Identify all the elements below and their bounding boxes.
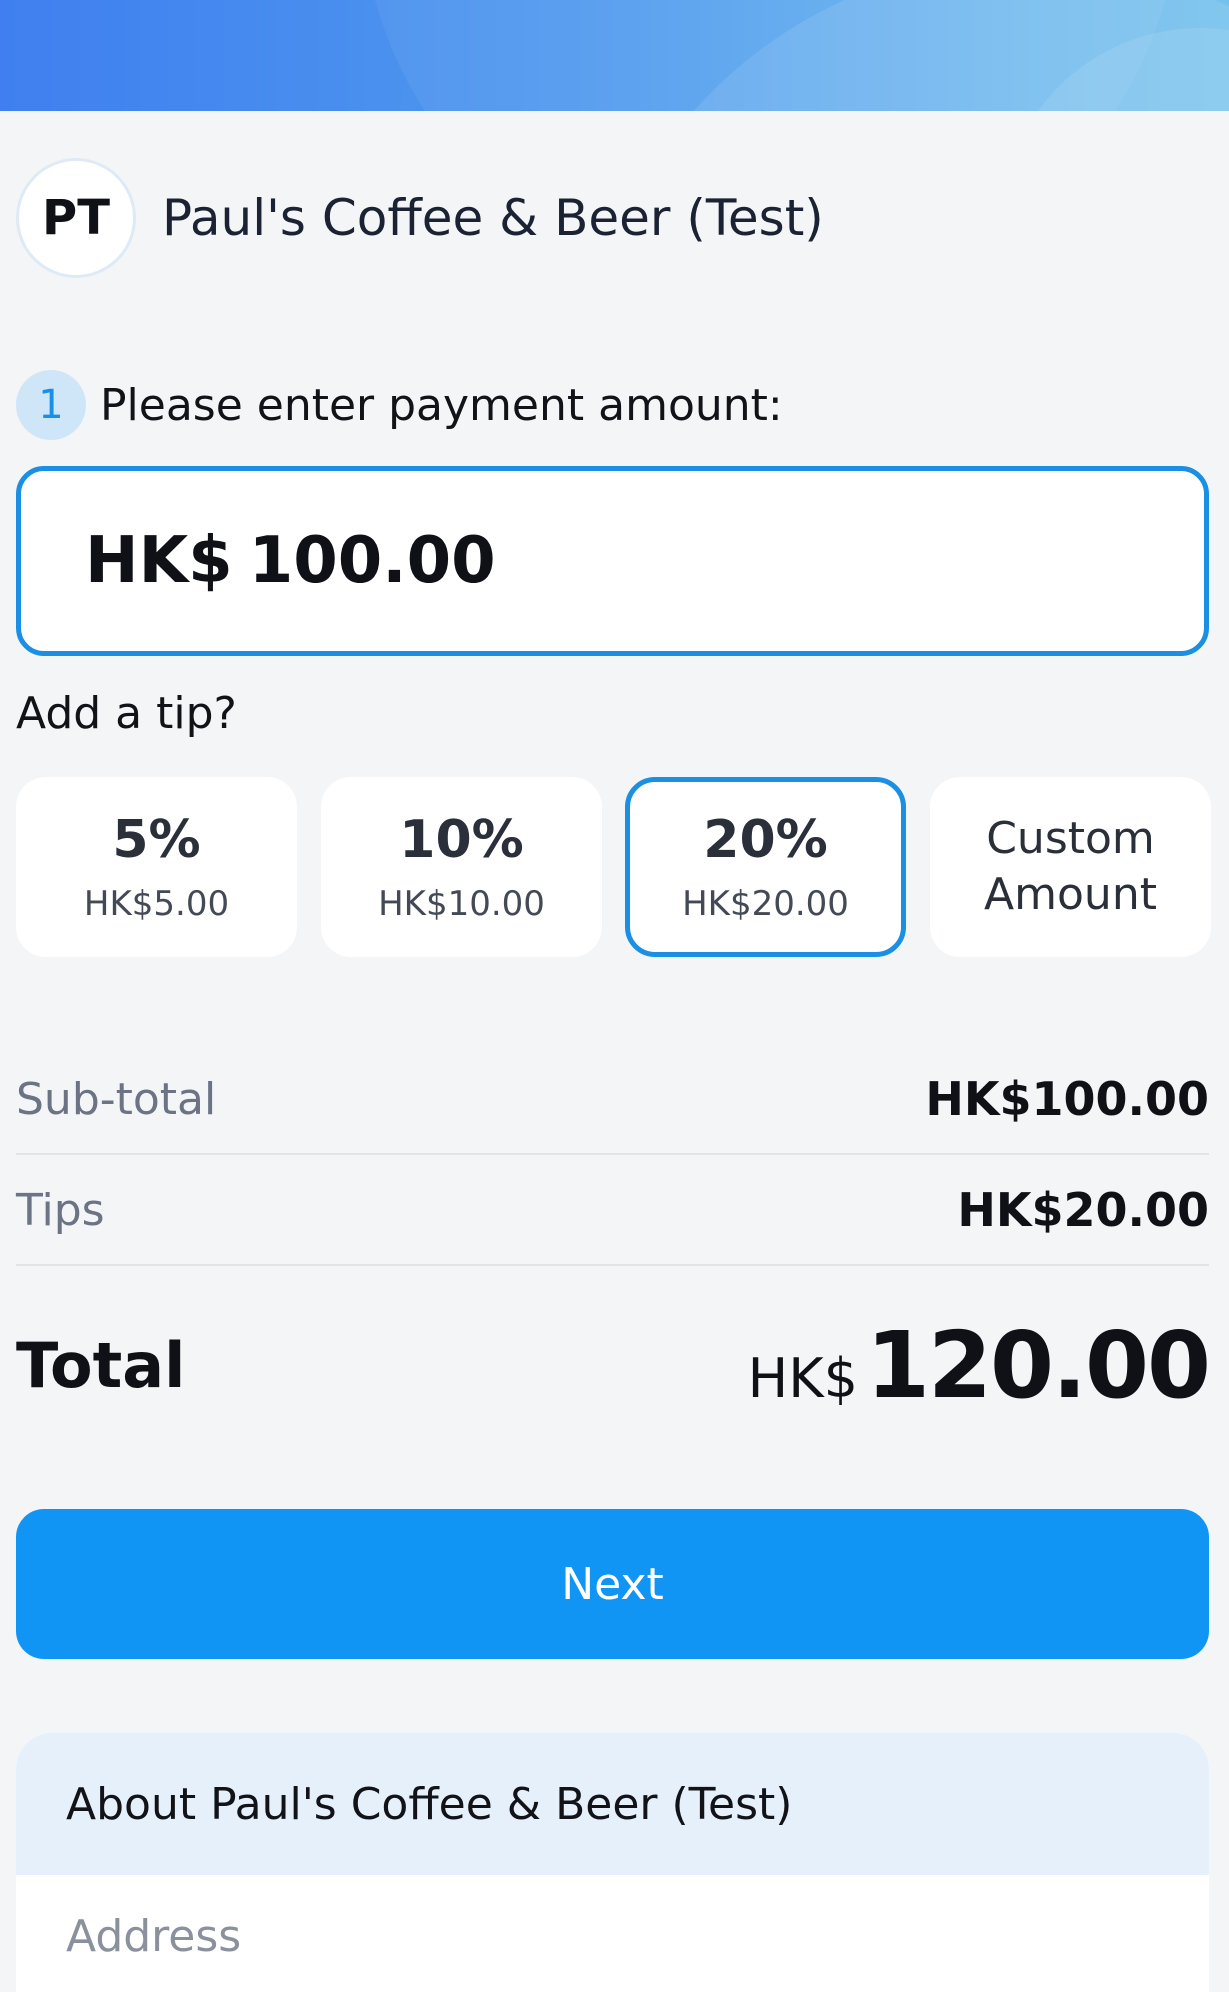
amount-value: 100.00 xyxy=(248,524,496,598)
payment-amount-input[interactable]: HK$ 100.00 xyxy=(16,466,1209,656)
step-indicator: 1 Please enter payment amount: xyxy=(16,370,783,440)
merchant-name: Paul's Coffee & Beer (Test) xyxy=(162,189,824,247)
about-title: About Paul's Coffee & Beer (Test) xyxy=(16,1733,1209,1875)
merchant-avatar: PT xyxy=(16,158,136,278)
address-label: Address xyxy=(66,1911,242,1962)
tip-percent: 5% xyxy=(112,810,201,870)
custom-amount-label: Custom Amount xyxy=(984,811,1157,923)
total-value: HK$ 120.00 xyxy=(747,1311,1211,1419)
total-row: Total HK$ 120.00 xyxy=(16,1300,1211,1430)
tips-value: HK$20.00 xyxy=(957,1183,1209,1237)
subtotal-value: HK$100.00 xyxy=(925,1072,1209,1126)
tip-option-5-percent[interactable]: 5% HK$5.00 xyxy=(16,777,297,957)
custom-label-line-1: Custom xyxy=(986,813,1155,864)
tip-amount: HK$10.00 xyxy=(378,884,545,924)
subtotal-row: Sub-total HK$100.00 xyxy=(16,1045,1209,1155)
tip-percent: 10% xyxy=(399,810,524,870)
tip-option-10-percent[interactable]: 10% HK$10.00 xyxy=(321,777,602,957)
tip-amount: HK$20.00 xyxy=(682,884,849,924)
tip-option-20-percent[interactable]: 20% HK$20.00 xyxy=(625,777,906,957)
header-banner xyxy=(0,0,1229,111)
about-body: Address xyxy=(16,1875,1209,1962)
step-label: Please enter payment amount: xyxy=(100,379,783,431)
step-number-badge: 1 xyxy=(16,370,86,440)
tip-amount: HK$5.00 xyxy=(83,884,230,924)
amount-currency: HK$ xyxy=(85,524,233,598)
next-button[interactable]: Next xyxy=(16,1509,1209,1659)
tip-option-custom-amount[interactable]: Custom Amount xyxy=(930,777,1211,957)
tips-row: Tips HK$20.00 xyxy=(16,1156,1209,1266)
total-label: Total xyxy=(16,1328,186,1402)
tip-heading: Add a tip? xyxy=(16,688,237,739)
about-merchant-card: About Paul's Coffee & Beer (Test) Addres… xyxy=(16,1733,1209,1992)
total-amount: 120.00 xyxy=(865,1311,1211,1419)
custom-label-line-2: Amount xyxy=(984,869,1157,920)
tip-percent: 20% xyxy=(703,810,828,870)
tips-label: Tips xyxy=(16,1184,105,1236)
payment-page: PT Paul's Coffee & Beer (Test) 1 Please … xyxy=(0,0,1229,1992)
merchant-header: PT Paul's Coffee & Beer (Test) xyxy=(16,158,824,278)
subtotal-label: Sub-total xyxy=(16,1073,217,1125)
total-currency: HK$ xyxy=(747,1346,858,1410)
